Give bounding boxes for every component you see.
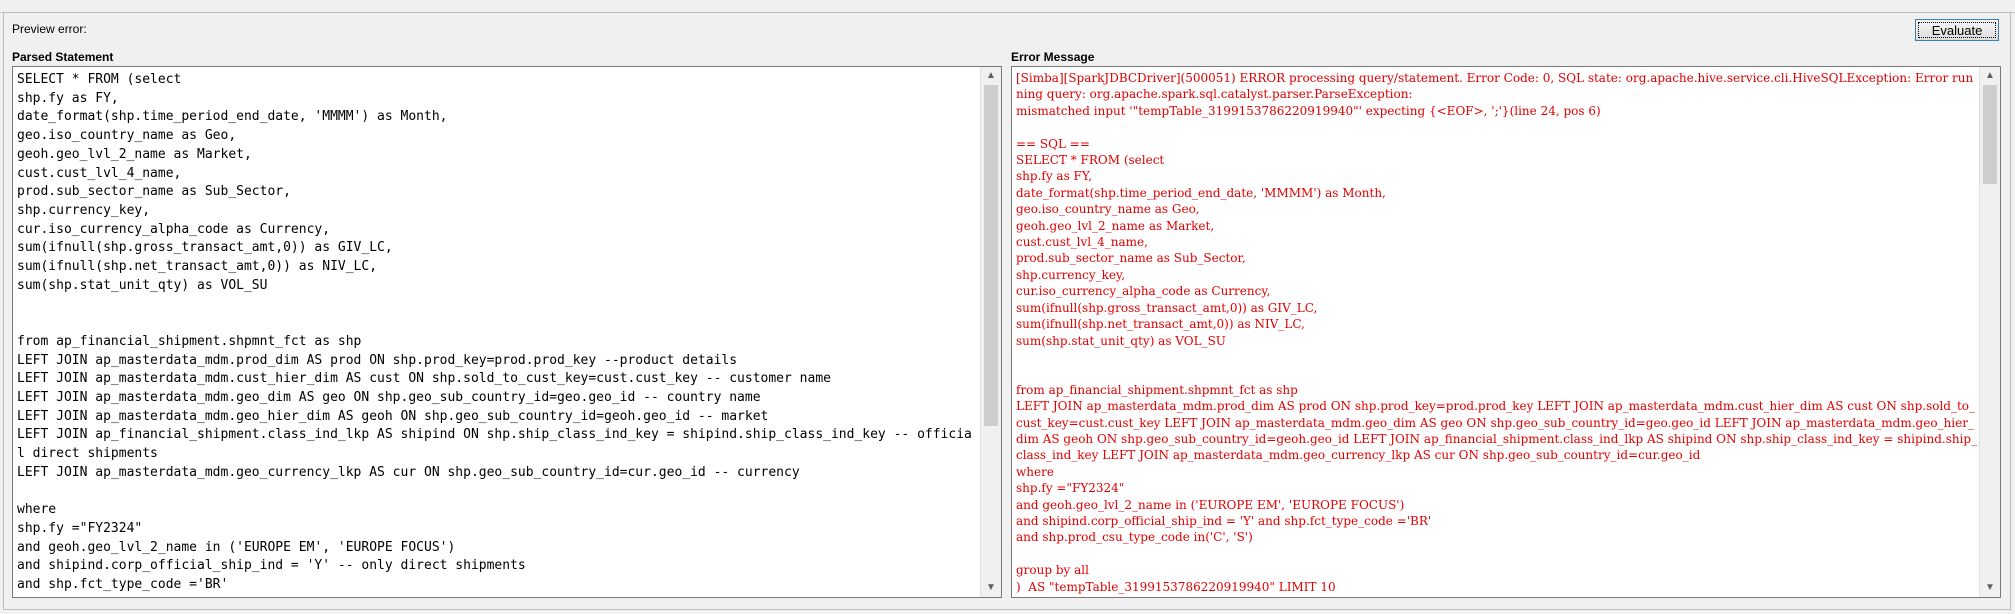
parsed-statement-title: Parsed Statement [12,50,114,64]
parsed-statement-content: SELECT * FROM (select shp.fy as FY, date… [17,67,979,597]
scroll-up-arrow-icon[interactable]: ▲ [1980,67,2000,85]
preview-error-label: Preview error: [12,22,87,36]
error-message-title: Error Message [1011,50,1095,64]
parsed-sql-text: SELECT * FROM (select shp.fy as FY, date… [17,72,972,597]
parsed-scrollbar-thumb[interactable] [984,85,998,426]
parsed-vertical-scrollbar[interactable]: ▲ ▼ [980,67,1001,597]
scroll-down-arrow-icon[interactable]: ▼ [1980,579,2000,597]
evaluate-button[interactable]: Evaluate [1915,19,1999,41]
error-message-text: [Simba][SparkJDBCDriver](500051) ERROR p… [1016,71,1978,597]
error-message-content: [Simba][SparkJDBCDriver](500051) ERROR p… [1016,67,1978,597]
scroll-down-arrow-icon[interactable]: ▼ [981,579,1001,597]
error-message-pane[interactable]: [Simba][SparkJDBCDriver](500051) ERROR p… [1011,66,2001,598]
scroll-up-arrow-icon[interactable]: ▲ [981,67,1001,85]
parsed-statement-pane[interactable]: SELECT * FROM (select shp.fy as FY, date… [12,66,1002,598]
error-scrollbar-thumb[interactable] [1983,85,1997,184]
error-vertical-scrollbar[interactable]: ▲ ▼ [1979,67,2000,597]
